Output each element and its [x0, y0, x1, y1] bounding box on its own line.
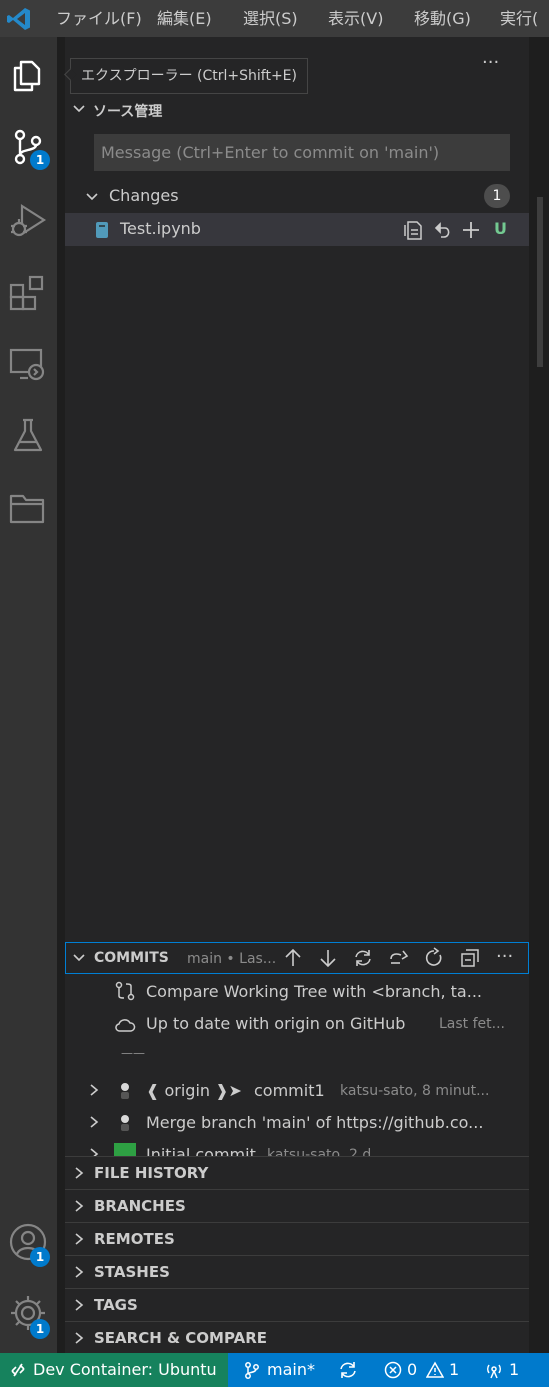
folder-icon[interactable]	[8, 488, 48, 528]
source-control-badge: 1	[30, 150, 50, 170]
compare-icon	[114, 980, 136, 1002]
menu-go[interactable]: 移動(G)	[414, 0, 471, 37]
switch-branch-icon[interactable]	[388, 947, 410, 969]
uptodate-text[interactable]: Up to date with origin on GitHub	[146, 1014, 405, 1033]
status-bar: Dev Container: Ubuntu main* 0 1 1	[0, 1353, 549, 1387]
commits-more-icon[interactable]: ···	[496, 946, 513, 967]
remote-indicator[interactable]: Dev Container: Ubuntu	[0, 1353, 228, 1387]
vscode-logo-icon	[6, 6, 32, 32]
chevron-right-icon[interactable]	[88, 1115, 100, 1129]
menu-run[interactable]: 実行(	[500, 0, 538, 37]
commit-message-input[interactable]: Message (Ctrl+Enter to commit on 'main')	[94, 134, 510, 171]
remote-explorer-icon[interactable]	[8, 344, 48, 384]
changes-count-badge: 1	[484, 184, 510, 208]
ports-count[interactable]: 1	[509, 1353, 519, 1387]
chevron-right-icon	[73, 1265, 85, 1279]
commit-message[interactable]: Merge branch 'main' of https://github.co…	[146, 1113, 483, 1132]
menu-view[interactable]: 表示(V)	[328, 0, 383, 37]
chevron-right-icon	[73, 1199, 85, 1213]
stashes-section[interactable]: STASHES	[65, 1255, 529, 1288]
extensions-icon[interactable]	[8, 272, 48, 312]
chevron-right-icon	[73, 1298, 85, 1312]
stage-changes-icon[interactable]	[460, 219, 482, 241]
pull-arrow-down-icon[interactable]	[317, 947, 339, 969]
menu-edit[interactable]: 編集(E)	[157, 0, 212, 37]
separator: ——	[121, 1046, 145, 1060]
sync-icon[interactable]	[352, 947, 374, 969]
scm-section-title[interactable]: ソース管理	[93, 101, 162, 121]
branches-section[interactable]: BRANCHES	[65, 1189, 529, 1222]
commit-meta: katsu-sato, 8 minut...	[340, 1083, 490, 1099]
avatar	[117, 1113, 133, 1133]
remotes-section[interactable]: REMOTES	[65, 1222, 529, 1255]
changes-chevron-down-icon[interactable]	[85, 190, 99, 204]
manage-badge: 1	[30, 1319, 50, 1339]
branch-label[interactable]: main*	[267, 1353, 315, 1387]
menu-file[interactable]: ファイル(F)	[56, 0, 142, 37]
remote-icon	[10, 1362, 26, 1378]
commit-row-partial[interactable]: Initial commit katsu-sato, 2 d...	[65, 1143, 529, 1157]
chevron-right-icon	[73, 1232, 85, 1246]
avatar	[114, 1143, 136, 1157]
section-label: FILE HISTORY	[94, 1164, 209, 1182]
commits-chevron-down-icon[interactable]	[72, 951, 86, 965]
warning-count[interactable]: 1	[449, 1353, 459, 1387]
warning-icon[interactable]	[426, 1361, 444, 1379]
remote-label: Dev Container: Ubuntu	[33, 1360, 217, 1379]
open-file-icon[interactable]	[402, 219, 424, 241]
section-label: SEARCH & COMPARE	[94, 1329, 268, 1347]
explorer-icon[interactable]	[8, 55, 48, 95]
ports-icon[interactable]	[484, 1361, 504, 1379]
push-arrow-up-icon[interactable]	[282, 947, 304, 969]
chevron-right-icon[interactable]	[88, 1083, 100, 1097]
commit-message[interactable]: commit1	[254, 1081, 325, 1100]
commit-refs-label: ❰ origin ❱➤	[146, 1081, 242, 1100]
cloud-icon	[114, 1014, 136, 1036]
activity-bar: 1 1 1	[0, 37, 57, 1353]
compare-working-tree[interactable]: Compare Working Tree with <branch, ta...	[146, 982, 482, 1001]
chevron-down-icon[interactable]	[72, 102, 86, 116]
refresh-icon[interactable]	[423, 947, 445, 969]
chevron-right-icon	[73, 1166, 85, 1180]
sync-status-icon[interactable]	[338, 1361, 358, 1379]
explorer-tooltip: エクスプローラー (Ctrl+Shift+E)	[70, 58, 308, 94]
error-count[interactable]: 0	[407, 1353, 417, 1387]
last-fetched-text: Last fet...	[439, 1016, 505, 1032]
editor-area	[529, 37, 549, 1353]
branch-icon	[243, 1361, 261, 1379]
scrollbar[interactable]	[537, 197, 543, 367]
notebook-file-icon	[95, 221, 109, 239]
untracked-status: U	[494, 219, 507, 238]
section-label: REMOTES	[94, 1230, 175, 1248]
chevron-right-icon	[73, 1331, 85, 1345]
menu-selection[interactable]: 選択(S)	[243, 0, 298, 37]
more-actions-icon[interactable]: ···	[482, 52, 499, 73]
accounts-badge: 1	[30, 1247, 50, 1267]
title-bar: ファイル(F) 編集(E) 選択(S) 表示(V) 移動(G) 実行(	[0, 0, 549, 37]
search-compare-section[interactable]: SEARCH & COMPARE	[65, 1321, 529, 1354]
section-label: TAGS	[94, 1296, 138, 1314]
file-name[interactable]: Test.ipynb	[120, 219, 201, 238]
run-debug-icon[interactable]	[8, 200, 48, 240]
avatar	[117, 1081, 133, 1101]
section-label: BRANCHES	[94, 1197, 186, 1215]
commit-message-placeholder: Message (Ctrl+Enter to commit on 'main')	[101, 143, 440, 162]
collapse-all-icon[interactable]	[459, 947, 481, 969]
tags-section[interactable]: TAGS	[65, 1288, 529, 1321]
file-history-section[interactable]: FILE HISTORY	[65, 1156, 529, 1189]
testing-icon[interactable]	[8, 416, 48, 456]
changes-label[interactable]: Changes	[109, 186, 179, 205]
error-icon[interactable]	[384, 1361, 402, 1379]
section-label: STASHES	[94, 1263, 170, 1281]
commits-subtitle: main • Las...	[187, 951, 277, 967]
commits-title: COMMITS	[94, 950, 169, 966]
discard-changes-icon[interactable]	[432, 219, 454, 241]
